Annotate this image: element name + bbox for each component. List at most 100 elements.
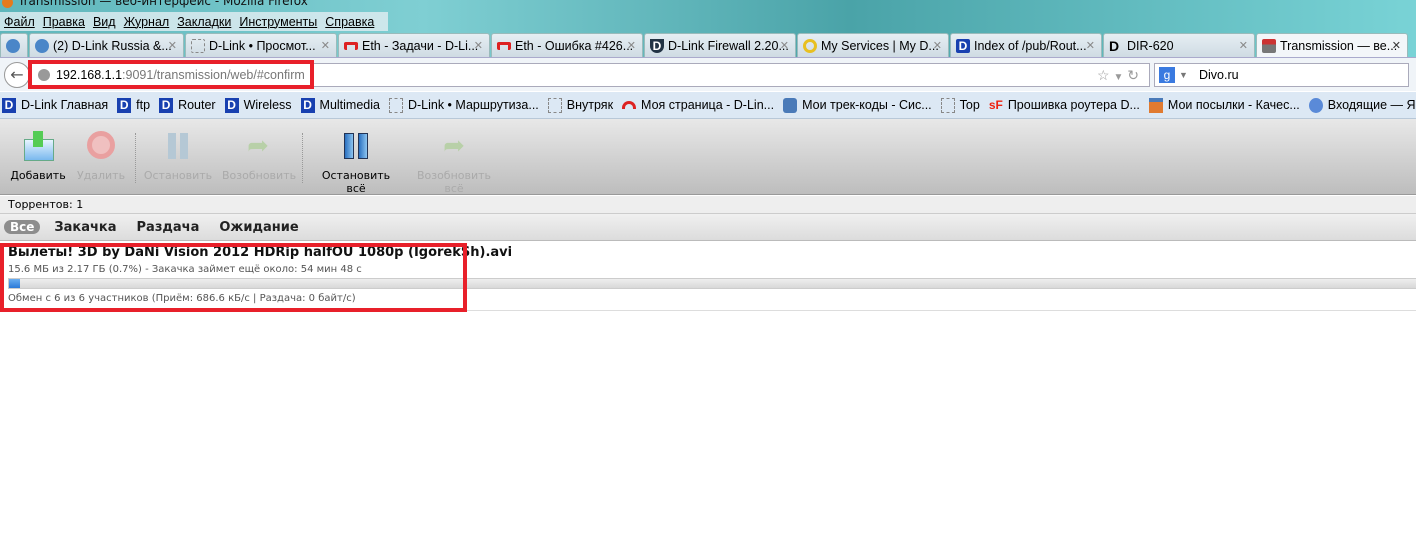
window-frame: Transmission — веб-интерфейс - Mozilla F… [0, 0, 1416, 58]
bookmark-label: Прошивка роутера D... [1007, 98, 1140, 112]
toolbar-separator [302, 133, 303, 183]
tab-label: D-Link • Просмот... [209, 38, 316, 53]
dlink-icon: D [159, 97, 174, 113]
resume-button[interactable]: ➦ Возобновить [222, 131, 296, 182]
tab-active[interactable]: Transmission — ве... ✕ [1256, 33, 1408, 57]
tab[interactable]: (2) D-Link Russia &... ✕ [29, 33, 184, 57]
tab[interactable]: D-Link • Просмот... ✕ [185, 33, 337, 57]
bookmark[interactable]: sF Прошивка роутера D... [987, 98, 1140, 113]
bookmark-label: Top [959, 98, 980, 112]
dlink-icon: D [956, 38, 970, 53]
back-button[interactable]: ← [4, 62, 30, 88]
package-icon [783, 97, 798, 113]
remove-label: Удалить [76, 169, 126, 182]
bookmark[interactable]: D D-Link Главная [0, 97, 108, 113]
resume-icon: ➦ [247, 131, 269, 161]
bookmark[interactable]: D Multimedia [299, 97, 380, 113]
bookmark-label: Входящие — Яндекс... [1327, 98, 1416, 112]
resume-all-button[interactable]: ➦ Возобновить всё [408, 131, 500, 195]
transmission-toolbar: Добавить Удалить Остановить ➦ Возобновит… [0, 119, 1416, 195]
bookmark-label: Wireless [243, 98, 292, 112]
add-button[interactable]: Добавить [8, 131, 68, 182]
close-icon[interactable]: ✕ [1392, 39, 1401, 52]
bookmark[interactable]: Мои посылки - Качес... [1147, 97, 1300, 113]
close-icon[interactable]: ✕ [321, 39, 330, 52]
pause-button[interactable]: Остановить [143, 131, 213, 182]
filter-seeding[interactable]: Раздача [137, 220, 200, 235]
redmine-icon [622, 101, 637, 109]
menu-edit[interactable]: Правка [39, 15, 89, 29]
dropdown-icon[interactable]: ▼ [1113, 72, 1123, 83]
tab-label: My Services | My D... [821, 38, 939, 53]
bookmark-label: D-Link • Маршрутиза... [407, 98, 539, 112]
bookmark[interactable]: D Router [157, 97, 216, 113]
close-icon[interactable]: ✕ [933, 39, 942, 52]
tab[interactable]: D Index of /pub/Rout... ✕ [950, 33, 1102, 57]
menu-bar: Файл Правка Вид Журнал Закладки Инструме… [0, 12, 388, 31]
bookmark[interactable]: Моя страница - D-Lin... [620, 98, 774, 112]
filter-all[interactable]: Все [4, 220, 41, 234]
close-icon[interactable]: ✕ [474, 39, 483, 52]
resume-all-label: Возобновить всё [416, 169, 492, 195]
window-title: Transmission — веб-интерфейс - Mozilla F… [0, 0, 308, 8]
filter-paused[interactable]: Ожидание [219, 220, 298, 235]
tab-label: Transmission — ве... [1280, 38, 1398, 53]
blank-page-icon [191, 38, 205, 53]
menu-view[interactable]: Вид [89, 15, 120, 29]
menu-help[interactable]: Справка [321, 15, 378, 29]
reload-icon[interactable]: ↻ [1127, 67, 1139, 83]
remove-button[interactable]: Удалить [74, 131, 128, 182]
panorama-icon [6, 38, 20, 53]
remove-icon [85, 131, 117, 161]
tab-strip: (2) D-Link Russia &... ✕ D-Link • Просмот… [0, 33, 1416, 57]
dlink-icon: D [1109, 37, 1120, 54]
google-icon[interactable]: g [1159, 67, 1175, 83]
tab-label: D-Link Firewall 2.20... [668, 38, 789, 53]
dlink-icon: D [300, 97, 315, 113]
close-icon[interactable]: ✕ [1239, 39, 1248, 52]
bookmark-label: Multimedia [319, 98, 380, 112]
bookmark[interactable]: Dftp [115, 97, 151, 113]
pause-label: Остановить [143, 169, 213, 182]
add-label: Добавить [10, 169, 66, 182]
dlink-icon: D [2, 97, 16, 113]
redmine-icon [497, 41, 511, 50]
bookmark-label: Router [178, 98, 216, 112]
bookmark-label: Мои посылки - Качес... [1167, 98, 1300, 112]
filter-downloading[interactable]: Закачка [54, 220, 116, 235]
close-icon[interactable]: ✕ [627, 39, 636, 52]
star-icon[interactable]: ☆ [1097, 67, 1110, 83]
tab[interactable]: Eth - Ошибка #426... ✕ [491, 33, 643, 57]
menu-file[interactable]: Файл [0, 15, 39, 29]
menu-bookmarks[interactable]: Закладки [173, 15, 235, 29]
bookmark-label: Моя страница - D-Lin... [641, 98, 775, 112]
bookmark[interactable]: Входящие — Яндекс... [1307, 97, 1416, 113]
close-icon[interactable]: ✕ [780, 39, 789, 52]
search-input[interactable]: g ▼ Divo.ru [1154, 63, 1409, 87]
close-icon[interactable]: ✕ [1086, 39, 1095, 52]
bookmark[interactable]: D-Link • Маршрутиза... [387, 97, 539, 113]
tab[interactable]: Eth - Задачи - D-Li... ✕ [338, 33, 490, 57]
tab[interactable]: D D-Link Firewall 2.20... ✕ [644, 33, 796, 57]
tab-group-button[interactable] [0, 33, 28, 57]
close-icon[interactable]: ✕ [168, 39, 177, 52]
bookmark[interactable]: Внутряк [546, 97, 613, 113]
bookmark[interactable]: D Wireless [223, 97, 292, 113]
tab[interactable]: My Services | My D... ✕ [797, 33, 949, 57]
dlink-shield-icon: D [650, 38, 664, 53]
bookmark[interactable]: Мои трек-коды - Сис... [781, 97, 932, 113]
mail-icon [1308, 97, 1323, 113]
tab-label: Eth - Ошибка #426... [515, 38, 634, 53]
chevron-down-icon[interactable]: ▼ [1179, 64, 1188, 86]
menu-tools[interactable]: Инструменты [235, 15, 321, 29]
redmine-icon [344, 41, 358, 50]
add-folder-icon [22, 131, 54, 161]
tab[interactable]: D DIR-620 ✕ [1103, 33, 1255, 57]
bookmark-label: ftp [136, 98, 151, 112]
mydlink-icon [803, 38, 817, 53]
pause-all-button[interactable]: Остановить всё [312, 131, 400, 195]
menu-history[interactable]: Журнал [120, 15, 174, 29]
bookmark[interactable]: Top [939, 97, 980, 113]
pause-all-icon [340, 131, 372, 161]
blank-page-icon [940, 97, 955, 113]
